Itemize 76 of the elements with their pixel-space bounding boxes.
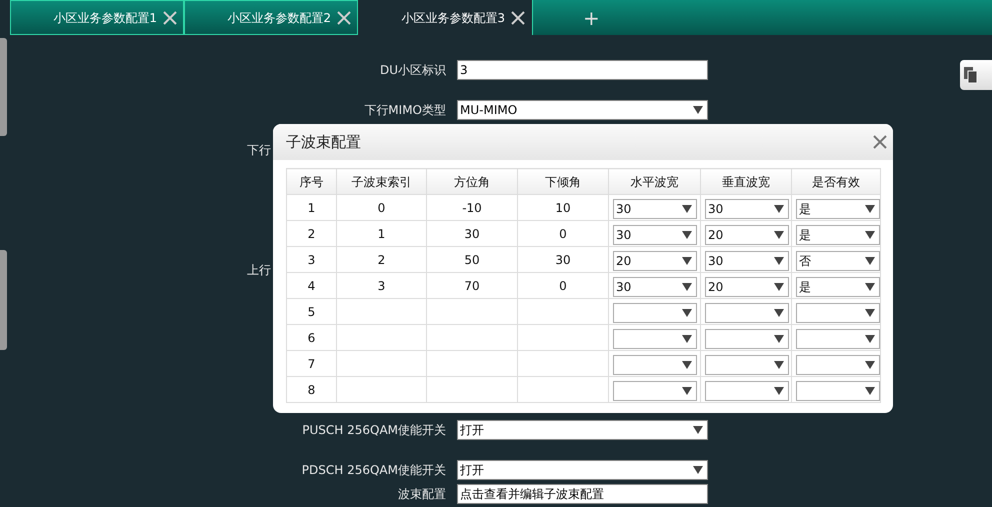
- column-header: 垂直波宽: [700, 168, 792, 194]
- dropdown[interactable]: 打开: [457, 420, 708, 440]
- dropdown[interactable]: 是: [796, 225, 880, 245]
- table-cell: 10: [555, 200, 571, 214]
- add-tab-button[interactable]: +: [583, 2, 600, 32]
- scrollbar-thumb[interactable]: [0, 38, 7, 136]
- table-cell: 3: [378, 278, 386, 292]
- table-cell: 30: [464, 226, 480, 240]
- scrollbar-thumb[interactable]: [0, 250, 7, 350]
- copy-button[interactable]: [960, 60, 992, 90]
- column-header: 下倾角: [518, 168, 608, 194]
- dropdown[interactable]: [705, 329, 789, 349]
- dropdown[interactable]: MU-MIMO: [457, 100, 708, 120]
- table-cell: 3: [308, 252, 316, 266]
- dropdown[interactable]: [705, 381, 789, 401]
- close-icon[interactable]: [337, 10, 351, 24]
- field-label: 下行: [247, 143, 271, 157]
- dropdown[interactable]: 30: [613, 199, 697, 219]
- table-cell: 0: [559, 278, 567, 292]
- field-label: 上行: [247, 263, 271, 277]
- field-label: DU小区标识: [380, 63, 446, 77]
- column-header: 是否有效: [792, 168, 880, 194]
- table-cell: 70: [464, 278, 480, 292]
- field-label: 波束配置: [398, 487, 446, 501]
- dropdown[interactable]: 30: [705, 199, 789, 219]
- dropdown[interactable]: [613, 355, 697, 375]
- close-button[interactable]: [873, 135, 887, 149]
- table-cell: 1: [378, 226, 386, 240]
- field-label: 下行MIMO类型: [364, 103, 446, 117]
- table-cell: 30: [555, 252, 571, 266]
- table-cell: 2: [378, 252, 386, 266]
- dropdown[interactable]: 否: [796, 251, 880, 271]
- close-icon[interactable]: [163, 10, 177, 24]
- dropdown[interactable]: [796, 303, 880, 323]
- dropdown[interactable]: [705, 303, 789, 323]
- dropdown[interactable]: [796, 381, 880, 401]
- column-header: 序号: [286, 168, 336, 194]
- input-field[interactable]: 3: [457, 60, 708, 80]
- table-cell: 0: [378, 200, 386, 214]
- table-cell: 0: [559, 226, 567, 240]
- table-cell: 2: [308, 226, 316, 240]
- dropdown[interactable]: [796, 329, 880, 349]
- dropdown[interactable]: [796, 355, 880, 375]
- column-header: 水平波宽: [608, 168, 700, 194]
- table-cell: 1: [308, 200, 316, 214]
- field-label: PUSCH 256QAM使能开关: [302, 423, 446, 437]
- close-icon: [873, 135, 887, 149]
- column-header: 方位角: [426, 168, 518, 194]
- dropdown[interactable]: [613, 381, 697, 401]
- dropdown[interactable]: 30: [705, 251, 789, 271]
- tab[interactable]: 小区业务参数配置2: [184, 0, 358, 35]
- dropdown[interactable]: 打开: [457, 460, 708, 480]
- dialog-title: 子波束配置: [286, 132, 361, 153]
- table-cell: 50: [464, 252, 480, 266]
- table-cell: 5: [308, 304, 316, 318]
- table-cell: -10: [462, 200, 482, 214]
- column-header: 子波束索引: [336, 168, 426, 194]
- field-label: PDSCH 256QAM使能开关: [302, 463, 446, 477]
- table-cell: 4: [308, 278, 316, 292]
- dropdown[interactable]: 20: [613, 251, 697, 271]
- table-cell: 7: [308, 356, 316, 370]
- dropdown[interactable]: 是: [796, 277, 880, 297]
- copy-icon: [964, 67, 978, 83]
- dropdown[interactable]: 20: [705, 225, 789, 245]
- dropdown[interactable]: 30: [613, 225, 697, 245]
- tab[interactable]: 小区业务参数配置1: [10, 0, 184, 35]
- dropdown[interactable]: [613, 303, 697, 323]
- dropdown[interactable]: 是: [796, 199, 880, 219]
- dropdown[interactable]: 30: [613, 277, 697, 297]
- table-cell: 6: [308, 330, 316, 344]
- input-field[interactable]: 点击查看并编辑子波束配置: [457, 484, 708, 504]
- dropdown[interactable]: [613, 329, 697, 349]
- close-icon[interactable]: [511, 10, 525, 24]
- dropdown[interactable]: [705, 355, 789, 375]
- dropdown[interactable]: 20: [705, 277, 789, 297]
- table-cell: 8: [308, 382, 316, 396]
